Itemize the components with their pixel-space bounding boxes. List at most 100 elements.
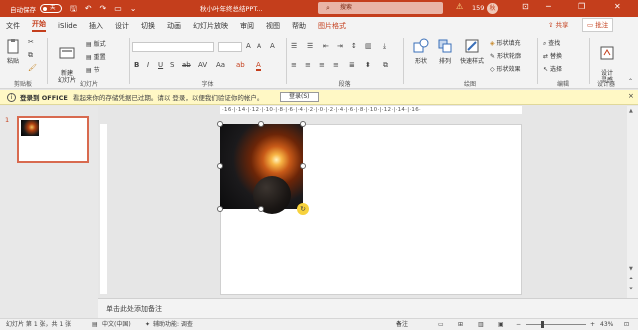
close-icon[interactable]: × [628,92,634,100]
tab-transitions[interactable]: 切换 [141,21,155,31]
char-spacing-icon[interactable]: AV [198,61,207,69]
layout-button[interactable]: ▤ 版式 [86,39,106,48]
highlight-icon[interactable]: ab [236,61,245,69]
font-color-icon[interactable]: A [256,61,261,71]
warning-icon[interactable]: ⚠ [456,2,463,11]
tab-review[interactable]: 审阅 [240,21,254,31]
tab-file[interactable]: 文件 [6,21,20,31]
zoom-in-icon[interactable]: + [590,319,595,330]
line-spacing-icon[interactable]: ↕ [351,42,357,50]
ribbon-display-icon[interactable]: ⊡ [522,2,529,11]
shape-outline-button[interactable]: ✎ 形状轮廓 [490,51,521,60]
numbering-icon[interactable]: ☰ [307,42,313,50]
tab-insert[interactable]: 插入 [89,21,103,31]
change-case-icon[interactable]: Aa [216,61,225,69]
autosave-toggle[interactable]: 关 [40,4,62,13]
tab-animations[interactable]: 动画 [167,21,181,31]
italic-icon[interactable]: I [147,61,149,69]
minimize-button[interactable]: ─ [546,2,551,11]
restore-button[interactable]: ❐ [578,2,585,11]
redo-icon[interactable]: ↷ [100,4,107,13]
justify-icon[interactable]: ≡ [333,61,339,69]
design-ideas-button[interactable]: 设计 灵感 [594,38,620,84]
smartart-icon[interactable]: ⧉ [383,61,388,70]
present-icon[interactable]: ▭ [114,4,122,13]
select-button[interactable]: ↖ 选择 [543,64,562,73]
shape-fill-button[interactable]: ◈ 形状填充 [490,38,521,47]
increase-indent-icon[interactable]: ⇥ [337,42,343,50]
resize-handle[interactable] [217,206,223,212]
tab-home[interactable]: 开始 [32,19,46,32]
layout-options-icon[interactable]: ↻ [297,203,309,215]
zoom-out-icon[interactable]: − [516,319,521,330]
align-text-icon[interactable]: ⬍ [365,61,371,69]
notes-pane[interactable]: 单击此处添加备注 [98,298,638,318]
shadow-icon[interactable]: S [170,61,174,69]
paste-button[interactable]: 粘贴 [3,38,23,65]
accessibility-status[interactable]: 辅助功能: 调查 [153,319,193,330]
slide-thumbnail[interactable] [17,116,89,163]
normal-view-icon[interactable]: ▭ [438,319,444,330]
resize-handle[interactable] [217,163,223,169]
slideshow-icon[interactable]: ▣ [498,319,504,330]
qat-more-icon[interactable]: ⌄ [130,4,137,13]
document-title[interactable]: 秋小叶年终总结PPT... [200,3,263,13]
prev-slide-icon[interactable]: ⏶ [629,276,633,282]
close-button[interactable]: ✕ [614,2,621,11]
zoom-slider-thumb[interactable] [541,321,544,328]
slide-sorter-icon[interactable]: ⊞ [458,319,463,330]
new-slide-button[interactable]: 新建 幻灯片 [54,38,80,84]
bullets-icon[interactable]: ☰ [291,42,297,50]
tab-design[interactable]: 设计 [115,21,129,31]
resize-handle[interactable] [258,121,264,127]
undo-icon[interactable]: ↶ [85,4,92,13]
resize-handle[interactable] [300,121,306,127]
next-slide-icon[interactable]: ⏷ [629,286,633,292]
proofing-icon[interactable]: ▤ [92,319,98,330]
copy-icon[interactable]: ⧉ [28,51,33,60]
accessibility-icon[interactable]: ✦ [145,319,150,330]
tab-help[interactable]: 帮助 [292,21,306,31]
font-size-select[interactable] [218,42,242,52]
tab-slideshow[interactable]: 幻灯片放映 [193,21,228,31]
avatar[interactable]: 秋 [487,3,498,14]
collapse-ribbon-icon[interactable]: ⌃ [628,78,633,85]
tab-view[interactable]: 视图 [266,21,280,31]
language-indicator[interactable]: 中文(中国) [102,319,131,330]
login-button[interactable]: 登录(S) [280,92,319,102]
format-painter-icon[interactable]: 🖌 [28,64,37,72]
scroll-down-icon[interactable]: ▼ [629,266,633,272]
replace-button[interactable]: ⇄ 替换 [543,51,562,60]
reading-view-icon[interactable]: ▥ [478,319,484,330]
scroll-up-icon[interactable]: ▲ [629,108,633,114]
align-right-icon[interactable]: ≡ [319,61,325,69]
comment-button[interactable]: ▭ 批注 [582,18,614,32]
find-button[interactable]: ⌕ 查找 [543,38,560,48]
arrange-button[interactable]: 排列 [434,38,456,65]
align-center-icon[interactable]: ≡ [305,61,311,69]
tab-islide[interactable]: iSlide [58,22,77,30]
align-left-icon[interactable]: ≡ [291,61,297,69]
quick-styles-button[interactable]: 快速样式 [458,38,486,65]
strikethrough-icon[interactable]: ab [182,61,191,69]
reset-button[interactable]: ▤ 重置 [86,52,106,61]
tab-picture-format[interactable]: 图片格式 [318,21,346,31]
cut-icon[interactable]: ✂ [28,38,34,46]
distributed-icon[interactable]: ≣ [349,61,355,69]
grow-font-icon[interactable]: A [246,42,251,50]
underline-icon[interactable]: U [158,61,163,69]
resize-handle[interactable] [300,163,306,169]
fit-to-window-icon[interactable]: ⊡ [624,319,629,330]
shape-effects-button[interactable]: ◇ 形状效果 [490,64,521,73]
shapes-button[interactable]: 形状 [410,38,432,65]
share-button[interactable]: ⇪ 共享 [545,19,572,31]
search-input[interactable]: ⌕ 搜索 [318,2,443,14]
text-direction-icon[interactable]: ⤓ [383,42,386,51]
vertical-scrollbar[interactable]: ▲ ▼ ⏶ ⏷ [627,106,638,298]
zoom-level[interactable]: 43% [600,319,613,330]
font-family-select[interactable] [132,42,214,52]
save-icon[interactable]: 🖫 [70,4,77,13]
section-button[interactable]: ▤ 节 [86,65,100,74]
zoom-slider[interactable] [526,324,586,325]
resize-handle[interactable] [258,206,264,212]
